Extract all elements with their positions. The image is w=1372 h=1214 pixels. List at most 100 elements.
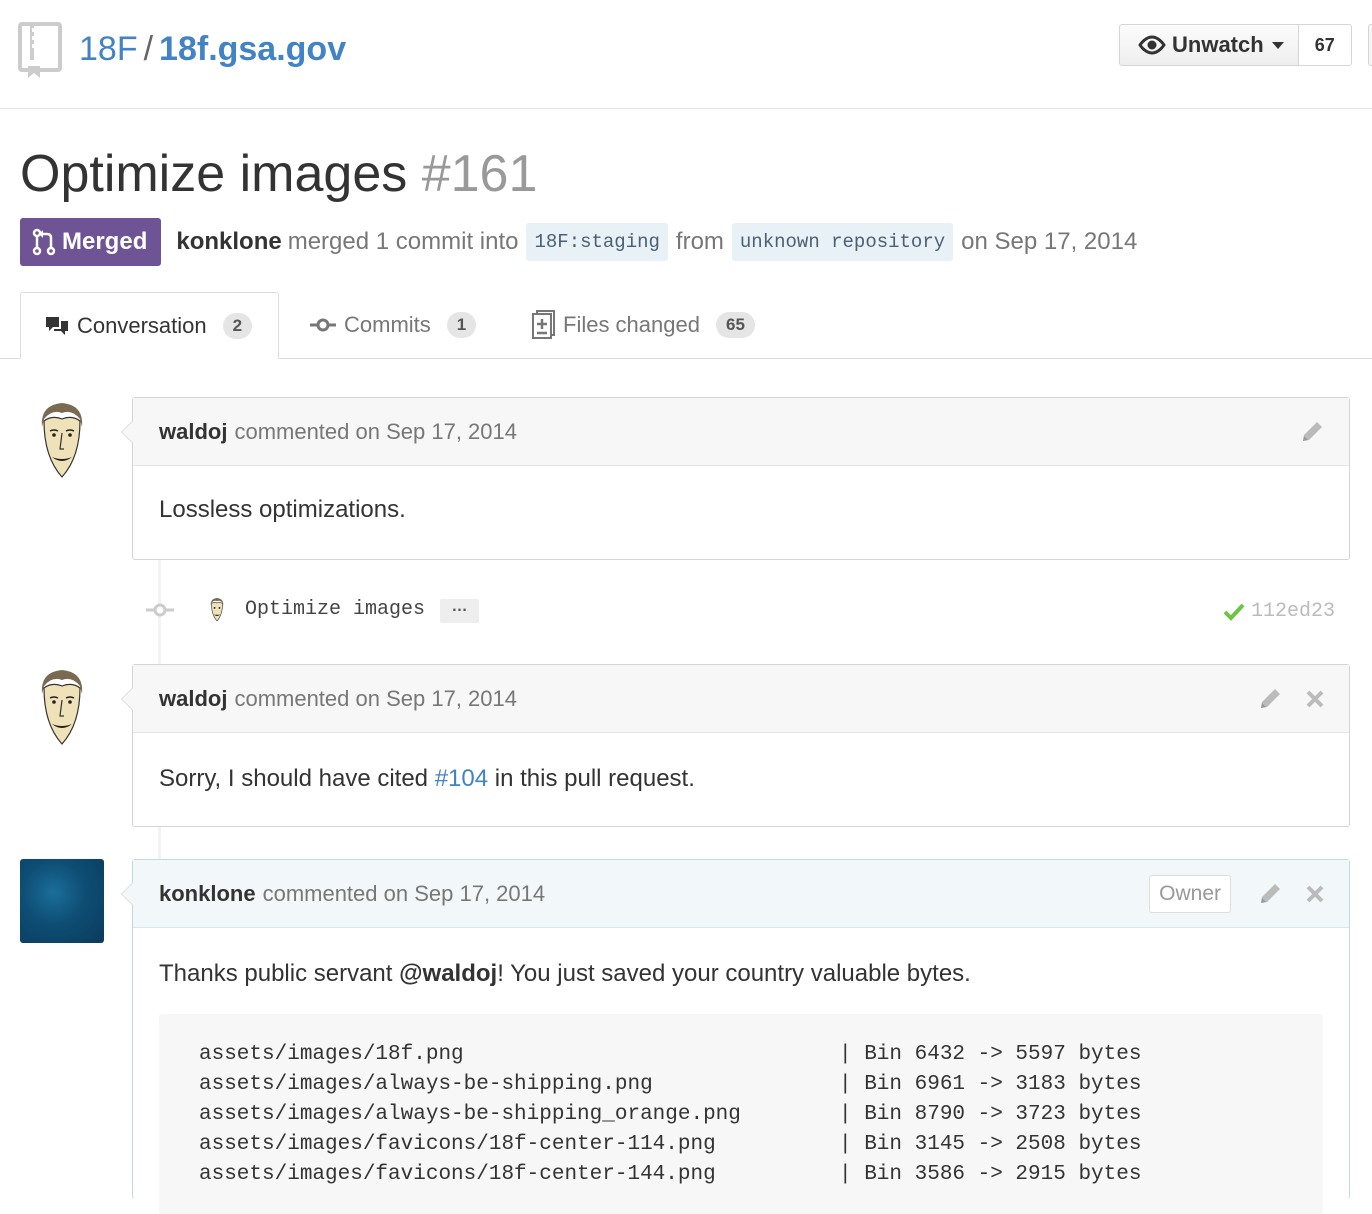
commit-icon	[146, 602, 174, 623]
watchers-count[interactable]: 67	[1298, 24, 1352, 66]
pr-title-text: Optimize images	[20, 145, 408, 203]
pencil-icon[interactable]	[1257, 686, 1283, 712]
tab-commits-count: 1	[446, 312, 477, 338]
comment-discussion-icon	[46, 316, 68, 335]
eye-icon	[1138, 35, 1166, 55]
comment-text: ! You just saved your country valuable b…	[497, 960, 971, 987]
code-info: | Bin 6961 -> 3183 bytes	[839, 1073, 1142, 1096]
code-info: | Bin 3145 -> 2508 bytes	[839, 1133, 1142, 1156]
unwatch-button[interactable]: Unwatch	[1119, 24, 1299, 66]
comment-pointer	[121, 420, 133, 444]
comment-timestamp[interactable]: commented on Sep 17, 2014	[234, 686, 517, 712]
code-path: assets/images/favicons/18f-center-114.pn…	[199, 1133, 716, 1156]
check-icon	[1223, 603, 1245, 621]
watch-control: Unwatch 67	[1119, 24, 1352, 66]
comment-body: Thanks public servant @waldoj! You just …	[133, 928, 1349, 1214]
tab-files-changed[interactable]: Files changed 65	[531, 292, 755, 358]
base-branch: 18F:staging	[526, 223, 668, 261]
user-mention-link[interactable]: @waldoj	[399, 960, 497, 987]
comment-text: Sorry, I should have cited	[159, 765, 435, 792]
comment-header: waldoj commented on Sep 17, 2014	[133, 665, 1349, 733]
chevron-down-icon	[1271, 41, 1284, 49]
comment: konklone commented on Sep 17, 2014 Owner…	[121, 859, 1350, 1214]
comment: waldoj commented on Sep 17, 2014 Lossles…	[121, 397, 1350, 560]
avatar[interactable]	[20, 397, 104, 481]
code-info: | Bin 8790 -> 3723 bytes	[839, 1103, 1142, 1126]
comment-actions	[1277, 398, 1325, 465]
unwatch-label: Unwatch	[1172, 32, 1264, 57]
commit-expand-button[interactable]: …	[440, 599, 479, 623]
merged-state-badge: Merged	[20, 218, 162, 266]
repo-icon	[18, 22, 62, 83]
comment-author-link[interactable]: waldoj	[159, 686, 227, 712]
merged-label: Merged	[62, 228, 148, 255]
comment: waldoj commented on Sep 17, 2014 Sorry, …	[121, 664, 1350, 827]
comment-author-link[interactable]: konklone	[159, 881, 256, 907]
comment-pointer	[121, 687, 133, 711]
code-info: | Bin 3586 -> 2915 bytes	[839, 1163, 1142, 1186]
tab-conversation-count: 2	[222, 312, 253, 339]
comment-timestamp[interactable]: commented on Sep 17, 2014	[263, 881, 546, 907]
pr-number: #161	[421, 145, 538, 203]
comment-body: Lossless optimizations.	[159, 496, 406, 523]
pr-title: Optimize images #161	[20, 142, 537, 206]
pencil-icon[interactable]	[1299, 419, 1325, 445]
from-text: from	[675, 228, 724, 255]
tab-commits-label: Commits	[344, 312, 431, 337]
comment-header: konklone commented on Sep 17, 2014 Owner	[133, 860, 1349, 928]
repo-separator: /	[143, 30, 154, 68]
code-line: assets/images/favicons/18f-center-114.pn…	[199, 1130, 1283, 1160]
commit-event: Optimize images … 112ed23	[140, 590, 1340, 630]
comment-actions	[1235, 665, 1325, 732]
code-path: assets/images/favicons/18f-center-144.pn…	[199, 1163, 716, 1186]
code-path: assets/images/always-be-shipping_orange.…	[199, 1103, 741, 1126]
avatar[interactable]	[204, 596, 230, 626]
commit-sha: 112ed23	[1223, 600, 1335, 623]
owner-badge: Owner	[1149, 874, 1231, 913]
code-line: assets/images/favicons/18f-center-144.pn…	[199, 1160, 1283, 1190]
code-line: assets/images/always-be-shipping.png | Bi…	[199, 1070, 1283, 1100]
commit-message-link[interactable]: Optimize images	[245, 598, 425, 621]
issue-link[interactable]: #104	[435, 765, 488, 792]
commit-icon	[310, 318, 336, 332]
repo-owner-link[interactable]: 18F	[79, 30, 138, 68]
code-info: | Bin 6432 -> 5597 bytes	[839, 1043, 1142, 1066]
tab-commits[interactable]: Commits 1	[310, 292, 477, 358]
merge-date: on Sep 17, 2014	[961, 228, 1138, 255]
code-block: assets/images/18f.png | Bin 6432 -> 5597 …	[159, 1014, 1323, 1214]
comment-timestamp[interactable]: commented on Sep 17, 2014	[234, 419, 517, 445]
pr-meta: Merged konklone merged 1 commit into 18F…	[20, 218, 1137, 266]
comment-author-link[interactable]: waldoj	[159, 419, 227, 445]
tab-conversation-label: Conversation	[77, 312, 207, 338]
repo-header: 18F/18f.gsa.gov Unwatch 67	[0, 0, 1372, 109]
comment-text: in this pull request.	[488, 765, 695, 792]
pr-author-link[interactable]: konklone	[176, 228, 281, 256]
repo-name-link[interactable]: 18f.gsa.gov	[159, 30, 346, 68]
tab-files-label: Files changed	[563, 312, 700, 337]
code-path: assets/images/18f.png	[199, 1043, 464, 1066]
avatar[interactable]	[20, 664, 104, 748]
tab-conversation[interactable]: Conversation 2	[20, 292, 279, 359]
merged-text: merged 1 commit into	[287, 228, 519, 255]
repo-title: 18F/18f.gsa.gov	[79, 28, 346, 70]
comment-pointer	[121, 882, 133, 906]
code-path: assets/images/always-be-shipping.png	[199, 1073, 653, 1096]
comment-header: waldoj commented on Sep 17, 2014	[133, 398, 1349, 466]
head-branch: unknown repository	[731, 223, 954, 261]
code-line: assets/images/18f.png | Bin 6432 -> 5597 …	[199, 1040, 1283, 1070]
tab-files-count: 65	[715, 312, 755, 338]
close-icon[interactable]	[1305, 689, 1325, 709]
comment-body: Sorry, I should have cited #104 in this …	[133, 733, 1349, 793]
comment-actions: Owner	[1149, 860, 1325, 927]
star-button-edge[interactable]	[1368, 24, 1372, 66]
code-line: assets/images/always-be-shipping_orange.…	[199, 1100, 1283, 1130]
pencil-icon[interactable]	[1257, 881, 1283, 907]
commit-sha-link[interactable]: 112ed23	[1251, 600, 1335, 623]
avatar[interactable]	[20, 859, 104, 943]
comment-text: Thanks public servant	[159, 960, 400, 987]
close-icon[interactable]	[1305, 884, 1325, 904]
pr-tabs: Conversation 2 Commits 1 Files changed 6…	[0, 292, 1372, 359]
comment-paragraph: Thanks public servant @waldoj! You just …	[159, 960, 1323, 988]
diff-icon	[532, 310, 555, 339]
merge-icon	[32, 228, 56, 256]
